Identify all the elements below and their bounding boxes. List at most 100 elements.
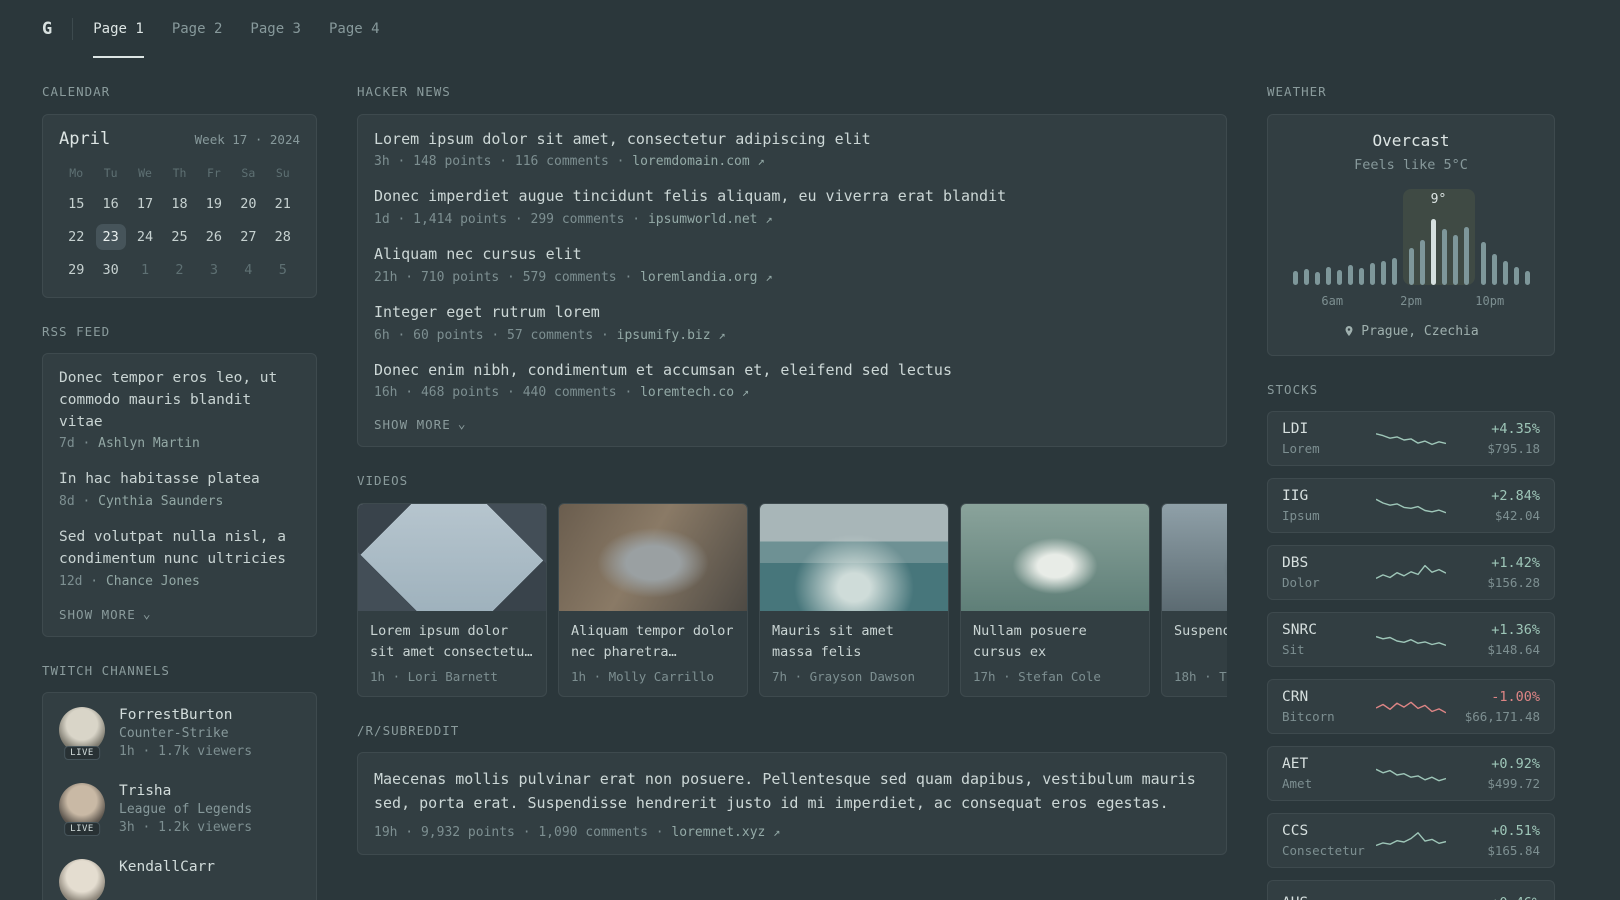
hn-item-title[interactable]: Donec imperdiet augue tincidunt felis al… [374,186,1210,208]
calendar-day-next-month: 5 [278,261,287,278]
stock-row[interactable]: IIG Ipsum +2.84% $42.04 [1267,478,1555,533]
hn-item: Donec enim nibh, condimentum et accumsan… [374,360,1210,401]
rss-item-title[interactable]: Donec tempor eros leo, ut commodo mauris… [59,368,300,433]
twitch-channel-name[interactable]: Trisha [119,783,252,799]
stock-row[interactable]: CCS Consectetur +0.51% $165.84 [1267,813,1555,868]
weather-hour-bar [1463,226,1469,285]
external-link-icon: ↗ [718,327,726,342]
page-tabs: Page 1 Page 2 Page 3 Page 4 [93,0,380,58]
calendar-weekday: We [138,165,152,180]
stock-row[interactable]: CRN Bitcorn -1.00% $66,171.48 [1267,679,1555,734]
live-badge: LIVE [64,746,100,760]
stock-row[interactable]: SNRC Sit +1.36% $148.64 [1267,612,1555,667]
hn-show-more-button[interactable]: SHOW MORE ⌄ [374,417,1210,432]
hn-item-title[interactable]: Lorem ipsum dolor sit amet, consectetur … [374,129,1210,151]
video-card[interactable]: Aliquam tempor dolor nec pharetra… 1h · … [558,502,748,697]
top-bar: G Page 1 Page 2 Page 3 Page 4 [0,0,1620,58]
calendar-day: 20 [240,195,257,212]
stock-change: +1.42% [1491,555,1540,571]
rss-item-author: Cynthia Saunders [98,494,224,509]
stock-change: +4.35% [1491,421,1540,437]
stock-change: +1.36% [1491,622,1540,638]
rss-item-title[interactable]: In hac habitasse platea [59,469,300,491]
hn-item-meta: 21h · 710 points · 579 comments · [374,269,633,285]
video-card[interactable]: Mauris sit amet massa felis 7h · Grayson… [759,502,949,697]
stock-sparkline [1375,558,1447,588]
tab-page-3[interactable]: Page 3 [250,0,301,58]
stock-change: +0.46% [1456,895,1540,900]
video-card[interactable]: Suspendis diam 18h · Tara [1161,502,1227,697]
avatar: LIVE [59,783,105,836]
video-card[interactable]: Nullam posuere cursus ex 17h · Stefan Co… [960,502,1150,697]
stock-name: Dolor [1282,575,1320,590]
weather-axis-label: 2pm [1400,293,1422,308]
weather-axis-label: 6am [1321,293,1344,308]
tab-page-1[interactable]: Page 1 [93,0,144,58]
stock-price: $795.18 [1487,441,1540,456]
tab-page-4[interactable]: Page 4 [329,0,380,58]
video-meta: 18h · Tara [1174,668,1227,684]
video-thumbnail[interactable] [358,503,546,611]
hn-item-meta: 16h · 468 points · 440 comments · [374,385,633,401]
section-title-videos: VIDEOS [357,473,409,489]
subreddit-post-meta: 19h · 9,932 points · 1,090 comments · [374,825,664,841]
stock-ticker: DBS [1282,555,1309,571]
stock-row[interactable]: LDI Lorem +4.35% $795.18 [1267,411,1555,466]
twitch-channel[interactable]: KendallCarr [59,859,300,900]
twitch-channel[interactable]: LIVE ForrestBurton Counter-Strike 1h · 1… [59,707,300,760]
section-title-rss: RSS FEED [42,323,111,339]
video-title[interactable]: Suspendis diam [1174,621,1227,663]
weather-location-label: Prague, Czechia [1361,323,1479,339]
weather-hour-bar [1524,271,1530,285]
twitch-channel-game: Counter-Strike [119,726,229,741]
twitch-card: LIVE ForrestBurton Counter-Strike 1h · 1… [42,692,317,900]
video-thumbnail[interactable] [1162,503,1227,611]
subreddit-domain-link[interactable]: loremnet.xyz [671,825,765,840]
hn-item-title[interactable]: Donec enim nibh, condimentum et accumsan… [374,360,1210,382]
twitch-channel-name[interactable]: KendallCarr [119,859,215,875]
hn-domain-link[interactable]: ipsumworld.net [648,212,758,227]
tab-page-2[interactable]: Page 2 [172,0,223,58]
hn-domain-link[interactable]: loremdomain.com [632,154,749,169]
video-title[interactable]: Mauris sit amet massa felis [772,621,936,663]
stock-row[interactable]: AHS +0.46% [1267,880,1555,900]
video-thumbnail[interactable] [559,503,747,611]
hn-domain-link[interactable]: loremlandia.org [640,270,757,285]
stock-sparkline [1375,491,1447,521]
live-badge: LIVE [64,822,100,836]
dashboard: CALENDAR April Week 17 · 2024 Mo Tu We T… [0,58,1620,900]
video-thumbnail[interactable] [961,503,1149,611]
hn-domain-link[interactable]: ipsumify.biz [617,328,711,343]
subreddit-post-text[interactable]: Maecenas mollis pulvinar erat non posuer… [374,767,1210,815]
hn-item-title[interactable]: Aliquam nec cursus elit [374,244,1210,266]
hn-domain-link[interactable]: loremtech.co [640,385,734,400]
section-title-twitch: TWITCH CHANNELS [42,662,170,678]
hn-item-meta: 3h · 148 points · 116 comments · [374,154,625,170]
calendar-weekday: Sa [241,165,256,180]
stock-sparkline [1375,424,1447,454]
rss-item-age: 7d · [59,436,91,452]
show-more-label: SHOW MORE [374,417,451,433]
app-logo[interactable]: G [42,0,72,58]
video-title[interactable]: Nullam posuere cursus ex [973,621,1137,663]
stock-row[interactable]: DBS Dolor +1.42% $156.28 [1267,545,1555,600]
rss-item-age: 12d · [59,573,99,589]
rss-item-title[interactable]: Sed volutpat nulla nisl, a condimentum n… [59,527,300,571]
video-title[interactable]: Lorem ipsum dolor sit amet consectetu… [370,621,534,663]
stock-price: $156.28 [1487,575,1540,590]
stock-name: Sit [1282,642,1305,657]
stock-price: $66,171.48 [1464,709,1540,724]
twitch-channel-name[interactable]: ForrestBurton [119,707,252,723]
show-more-label: SHOW MORE [59,606,136,622]
stock-price: $148.64 [1487,642,1540,657]
rss-show-more-button[interactable]: SHOW MORE ⌄ [59,607,300,622]
hn-item-title[interactable]: Integer eget rutrum lorem [374,302,1210,324]
video-thumbnail[interactable] [760,503,948,611]
video-title[interactable]: Aliquam tempor dolor nec pharetra… [571,621,735,663]
stock-row[interactable]: AET Amet +0.92% $499.72 [1267,746,1555,801]
twitch-channel[interactable]: LIVE Trisha League of Legends 3h · 1.2k … [59,783,300,836]
calendar-day: 15 [68,195,85,212]
video-card[interactable]: Lorem ipsum dolor sit amet consectetu… 1… [357,502,547,697]
weather-hour-bar [1347,265,1353,285]
hn-item: Integer eget rutrum lorem 6h · 60 points… [374,302,1210,343]
